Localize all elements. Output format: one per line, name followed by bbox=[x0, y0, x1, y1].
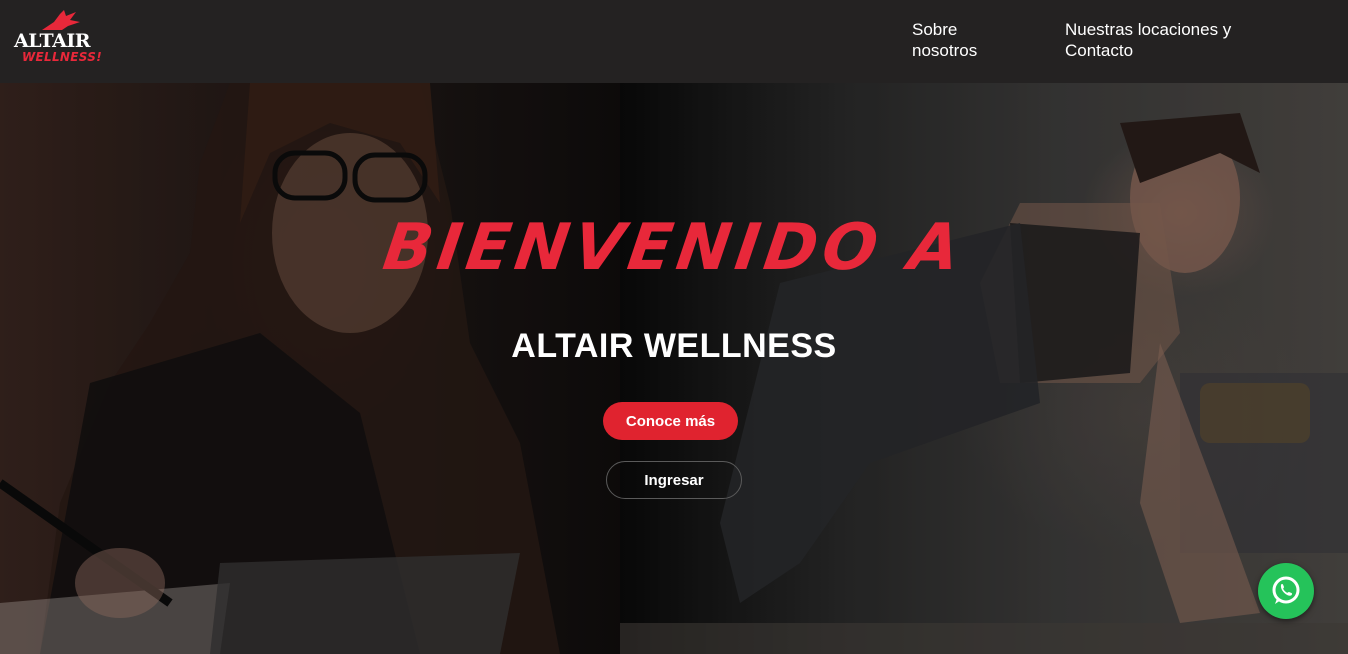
altair-logo[interactable]: ALTAIR WELLNESS! bbox=[14, 10, 102, 70]
hero-welcome-title: BIENVENIDO A bbox=[378, 211, 970, 285]
altair-bird-icon bbox=[42, 10, 80, 30]
hero-brand-title: ALTAIR WELLNESS bbox=[511, 327, 837, 365]
hero-overlay bbox=[0, 83, 1348, 654]
logo-brand-text: ALTAIR bbox=[14, 30, 91, 52]
site-header: ALTAIR WELLNESS! Sobre nosotros Nuestras… bbox=[0, 0, 1348, 83]
logo-tagline-text: WELLNESS! bbox=[22, 50, 102, 64]
nav-link-locaciones-contacto[interactable]: Nuestras locaciones y Contacto bbox=[1065, 19, 1265, 61]
whatsapp-button[interactable] bbox=[1258, 563, 1314, 619]
conoce-mas-button[interactable]: Conoce más bbox=[603, 402, 738, 440]
hero-section: BIENVENIDO A ALTAIR WELLNESS Conoce más … bbox=[0, 83, 1348, 654]
ingresar-button[interactable]: Ingresar bbox=[606, 461, 742, 499]
nav-link-sobre-nosotros[interactable]: Sobre nosotros bbox=[912, 19, 1022, 61]
whatsapp-icon bbox=[1272, 576, 1300, 604]
